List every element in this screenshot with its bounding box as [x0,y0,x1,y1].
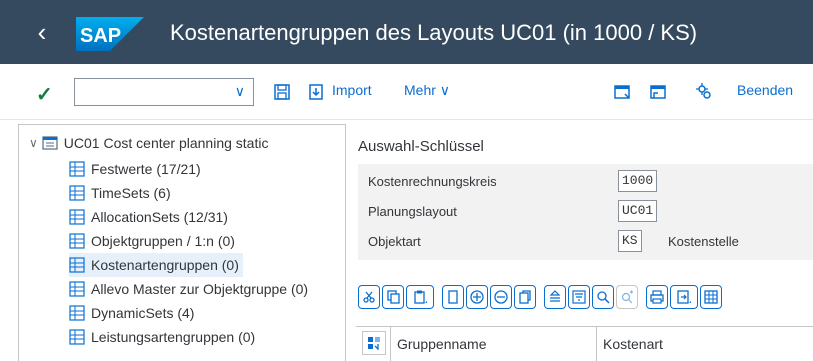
delete-row-button[interactable] [490,285,512,309]
grid-header: Gruppenname Kostenart [356,326,813,361]
tree-item-label: Allevo Master zur Objektgruppe (0) [91,281,309,297]
search-next-icon [621,290,633,304]
group-table-icon [69,209,85,225]
search-next-button[interactable] [616,285,638,309]
cut-button[interactable] [358,285,380,309]
chevron-down-icon: ∨ [439,82,451,98]
back-button[interactable]: ‹ [30,19,54,45]
sort-icon [549,290,561,302]
print-icon [650,290,664,304]
layout-button[interactable] [700,285,722,309]
field-value[interactable]: 1000 [618,170,658,192]
tree-item-label: AllocationSets (12/31) [91,209,228,225]
tree-item[interactable]: AllocationSets (12/31) [69,205,228,229]
form-row: Kostenrechnungskreis 1000 [358,166,813,196]
grid-toolbar [358,285,722,313]
window-new-icon[interactable] [612,82,632,102]
sap-logo: SAP [76,17,144,51]
form-row: Objektart KS Kostenstelle [358,226,813,256]
paste-button[interactable] [406,285,434,309]
column-header-group-name[interactable]: Gruppenname [390,327,596,361]
add-icon [470,290,484,304]
shell-header: ‹ SAP Kostenartengruppen des Layouts UC0… [0,0,813,64]
print-button[interactable] [646,285,668,309]
toolbar: ✓ ∨ Import Mehr ∨ Beenden [0,64,813,120]
filter-button[interactable] [568,285,590,309]
field-label: Objektart [368,234,421,249]
check-icon[interactable]: ✓ [36,82,53,107]
tree-item-label: DynamicSets (4) [91,305,195,321]
new-row-icon [448,290,458,304]
layout-icon [42,136,58,150]
chevron-down-icon[interactable]: ∨ [29,136,38,150]
search-icon [597,291,610,304]
paste-icon [414,290,427,304]
field-value[interactable]: KS [618,230,642,252]
tree-root-label: UC01 Cost center planning static [63,135,269,151]
group-table-icon [69,233,85,249]
group-table-icon [69,329,85,345]
duplicate-icon [519,290,531,304]
tree-item-label: Objektgruppen / 1:n (0) [91,233,235,249]
tree-item-label: Leistungsartengruppen (0) [91,329,256,345]
chevron-down-icon[interactable]: ∨ [235,83,245,100]
import-icon[interactable] [306,82,326,102]
sort-button[interactable] [544,285,566,309]
select-all-icon [368,337,380,350]
tree-item[interactable]: Leistungsartengruppen (0) [69,325,255,349]
tree-item[interactable]: Festwerte (17/21) [69,157,201,181]
tree-item-selected[interactable]: Kostenartengruppen (0) [69,253,243,277]
group-table-icon [69,161,85,177]
settings-icon[interactable] [694,82,714,102]
field-label: Planungslayout [368,204,457,219]
filter-icon [572,290,586,304]
copy-button[interactable] [382,285,404,309]
tree-root[interactable]: ∨ UC01 Cost center planning static [29,131,268,155]
group-table-icon [69,185,85,201]
column-header-cost-element[interactable]: Kostenart [596,327,813,361]
copy-icon [387,290,400,304]
remove-icon [494,290,508,304]
field-value[interactable]: UC01 [618,200,658,222]
search-button[interactable] [592,285,614,309]
selection-form: Kostenrechnungskreis 1000 Planungslayout… [358,164,813,260]
section-title: Auswahl-Schlüssel [358,138,484,155]
group-table-icon [69,305,85,321]
tree-item[interactable]: Objektgruppen / 1:n (0) [69,229,235,253]
tree-item[interactable]: DynamicSets (4) [69,301,194,325]
group-table-icon [69,281,85,297]
more-button[interactable]: Mehr ∨ [404,82,450,99]
tree-item[interactable]: TimeSets (6) [69,181,171,205]
tree-panel: ∨ UC01 Cost center planning static Festw… [18,124,346,361]
page-title: Kostenartengruppen des Layouts UC01 (in … [170,20,698,45]
command-input[interactable] [75,79,225,105]
window-icon[interactable] [648,82,668,102]
tree-item-label: Festwerte (17/21) [91,161,201,177]
tree-item[interactable]: Allevo Master zur Objektgruppe (0) [69,277,308,301]
svg-text:SAP: SAP [80,25,121,47]
group-table-icon [69,257,85,273]
scissors-icon [363,291,375,303]
field-label: Kostenrechnungskreis [368,174,497,189]
command-field[interactable]: ∨ [74,78,254,106]
more-label: Mehr [404,82,436,98]
new-row-button[interactable] [442,285,464,309]
form-row: Planungslayout UC01 [358,196,813,226]
exit-button[interactable]: Beenden [737,82,793,98]
tree-item-label: Kostenartengruppen (0) [91,257,239,273]
export-button[interactable] [670,285,698,309]
export-icon [677,290,691,304]
save-icon[interactable] [272,82,292,102]
duplicate-row-button[interactable] [514,285,536,309]
import-button[interactable]: Import [332,82,372,98]
select-all-button[interactable] [362,331,386,355]
add-row-button[interactable] [466,285,488,309]
grid-icon [704,290,718,304]
field-description: Kostenstelle [668,234,739,249]
tree-item-label: TimeSets (6) [91,185,171,201]
